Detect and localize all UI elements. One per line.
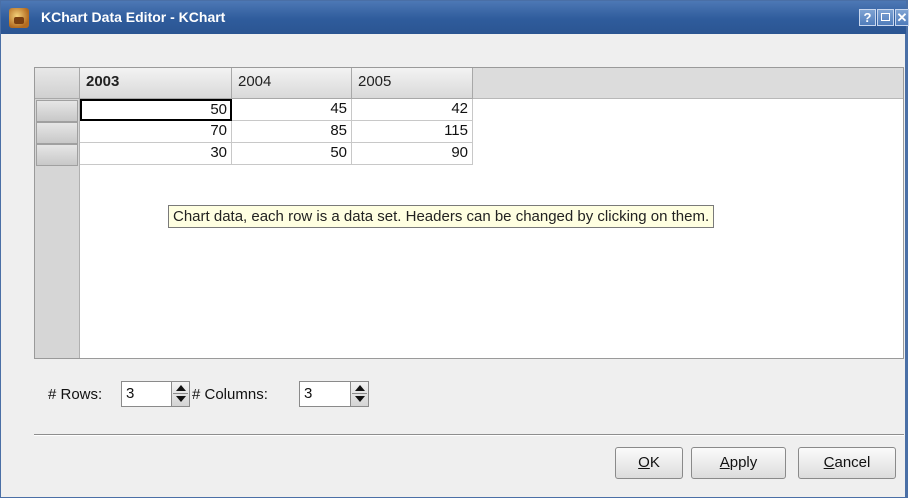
dialog-window: KChart Data Editor - KChart ? ✕ 2003 200…	[0, 0, 909, 498]
columns-spin-buttons[interactable]	[350, 382, 368, 406]
ok-button[interactable]: OK	[615, 447, 683, 479]
apply-button[interactable]: Apply	[691, 447, 786, 479]
table-cell[interactable]: 42	[352, 99, 473, 121]
button-divider	[34, 434, 904, 436]
rows-spin-buttons[interactable]	[171, 382, 189, 406]
cancel-mnemonic: C	[823, 454, 835, 471]
table-cell[interactable]: 50	[80, 99, 232, 121]
table-cell[interactable]: 70	[80, 121, 232, 143]
spin-down-icon[interactable]	[355, 396, 365, 402]
table-cell[interactable]: 90	[352, 143, 473, 165]
rows-label: # Rows:	[48, 386, 103, 403]
help-button[interactable]: ?	[859, 9, 876, 26]
row-header-1[interactable]	[36, 100, 78, 122]
table-tooltip: Chart data, each row is a data set. Head…	[168, 205, 715, 228]
spin-up-icon[interactable]	[355, 385, 365, 391]
column-header-2004[interactable]: 2004	[232, 68, 352, 99]
columns-value[interactable]: 3	[304, 385, 312, 402]
columns-spinbox[interactable]: 3	[299, 381, 369, 407]
table-cell[interactable]: 115	[352, 121, 473, 143]
table-corner[interactable]	[35, 68, 80, 99]
row-header-3[interactable]	[36, 144, 78, 166]
column-header-2005[interactable]: 2005	[352, 68, 473, 99]
kchart-app-icon	[9, 8, 29, 28]
ok-label-rest: K	[649, 454, 660, 471]
ok-mnemonic: O	[638, 454, 650, 471]
spin-up-icon[interactable]	[176, 385, 186, 391]
apply-label-rest: pply	[729, 454, 758, 471]
table-cell[interactable]: 50	[232, 143, 352, 165]
data-table[interactable]: 2003 2004 2005 50 45 42 70 85 115 30 50 …	[34, 67, 904, 359]
table-cell[interactable]: 85	[232, 121, 352, 143]
apply-mnemonic: A	[719, 454, 730, 471]
table-cell[interactable]: 45	[232, 99, 352, 121]
columns-label: # Columns:	[192, 386, 268, 403]
row-header-2[interactable]	[36, 122, 78, 144]
cancel-button[interactable]: Cancel	[798, 447, 896, 479]
spin-down-icon[interactable]	[176, 396, 186, 402]
spin-separator	[173, 393, 188, 394]
close-button[interactable]: ✕	[895, 9, 909, 26]
window-title: KChart Data Editor - KChart	[41, 9, 226, 25]
rows-spinbox[interactable]: 3	[121, 381, 190, 407]
column-header-2003[interactable]: 2003	[80, 68, 232, 99]
rows-value[interactable]: 3	[126, 385, 134, 402]
cancel-label-rest: ancel	[834, 454, 871, 471]
spin-separator	[352, 393, 367, 394]
maximize-button[interactable]	[877, 9, 894, 26]
title-bar[interactable]: KChart Data Editor - KChart ? ✕	[1, 1, 909, 34]
table-cell[interactable]: 30	[80, 143, 232, 165]
